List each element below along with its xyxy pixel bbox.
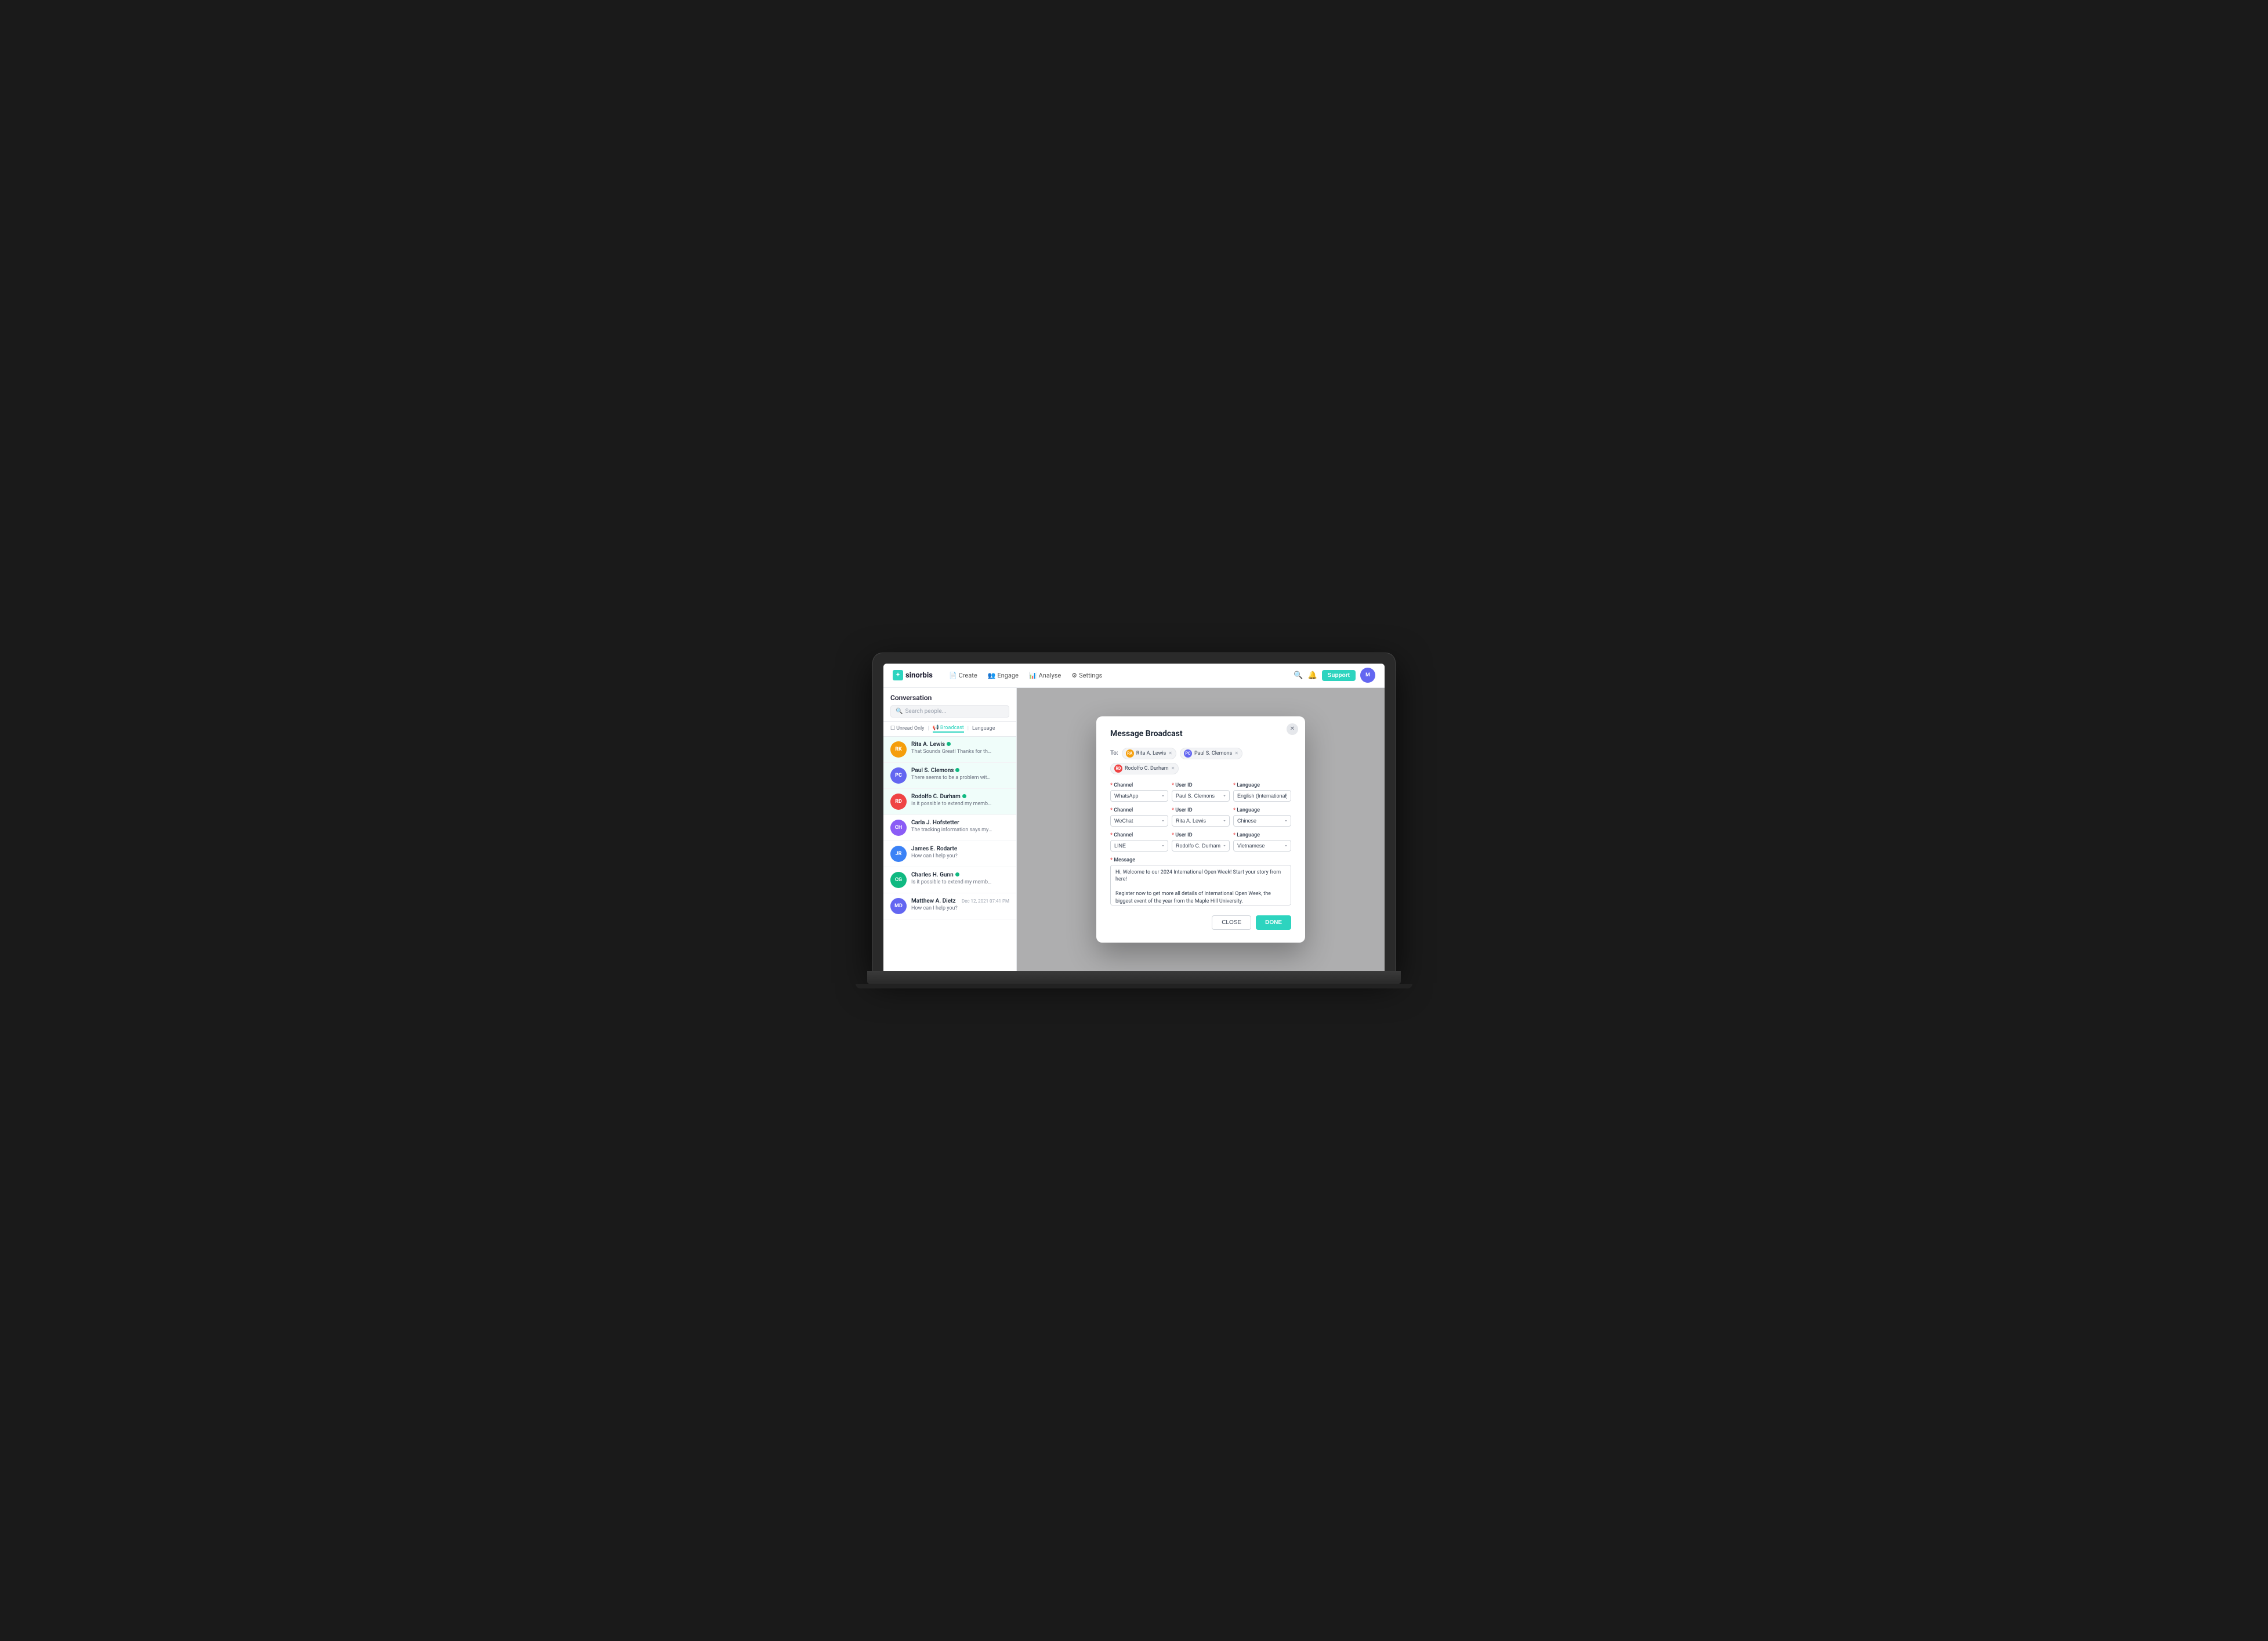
- chat-area: Message Broadcast ✕ To: RA Rita A. Lewis…: [1017, 688, 1385, 971]
- conv-avatar-3: CH: [890, 820, 907, 836]
- message-section: * Message Hi, Welcome to our 2024 Intern…: [1110, 857, 1291, 907]
- conv-item-4[interactable]: JR James E. Rodarte How can I help you?: [883, 841, 1016, 867]
- nav-settings[interactable]: ⚙ Settings: [1067, 669, 1107, 682]
- conv-item-3[interactable]: CH Carla J. Hofstetter The tracking info…: [883, 815, 1016, 841]
- nav-right: 🔍 🔔 Support M: [1294, 668, 1375, 683]
- conv-name-4: James E. Rodarte: [911, 846, 957, 852]
- filter-broadcast[interactable]: 📢 Broadcast: [933, 725, 964, 733]
- language-select-2[interactable]: Chinese: [1233, 815, 1291, 827]
- conv-preview-1: There seems to be a problem with the...: [911, 775, 992, 781]
- recipient-remove-0[interactable]: ✕: [1168, 751, 1172, 756]
- conv-item-0[interactable]: RK Rita A. Lewis That Sounds Great! Than…: [883, 737, 1016, 763]
- conv-avatar-6: MD: [890, 898, 907, 914]
- broadcast-row-1: * Channel WhatsApp * User ID Paul S: [1110, 783, 1291, 802]
- nav-analyse[interactable]: 📊 Analyse: [1024, 669, 1066, 682]
- conv-avatar-5: CG: [890, 872, 907, 888]
- conv-name-6: Matthew A. Dietz: [911, 898, 956, 904]
- modal-overlay: Message Broadcast ✕ To: RA Rita A. Lewis…: [1017, 688, 1385, 971]
- logo-icon: ✦: [893, 670, 903, 680]
- recipient-tag-0: RA Rita A. Lewis ✕: [1122, 748, 1176, 759]
- conv-preview-4: How can I help you?: [911, 853, 992, 859]
- conv-item-6[interactable]: MD Matthew A. Dietz Dec 12, 2021 07:41 P…: [883, 893, 1016, 919]
- channel-select-2[interactable]: WeChat: [1110, 815, 1168, 827]
- userid-select-1[interactable]: Paul S. Clemons: [1172, 790, 1230, 802]
- recipient-tag-1: PC Paul S. Clemons ✕: [1180, 748, 1242, 759]
- userid-select-3[interactable]: Rodolfo C. Durham: [1172, 840, 1230, 852]
- conv-avatar-1: PC: [890, 767, 907, 784]
- conv-item-1[interactable]: PC Paul S. Clemons There seems to be a p…: [883, 763, 1016, 789]
- channel-field-3: * Channel LINE: [1110, 832, 1168, 852]
- nav-create[interactable]: 📄 Create: [944, 669, 982, 682]
- language-field-3: * Language Vietnamese: [1233, 832, 1291, 852]
- language-field-2: * Language Chinese: [1233, 807, 1291, 827]
- conv-name-0: Rita A. Lewis: [911, 741, 951, 748]
- conversation-list: RK Rita A. Lewis That Sounds Great! Than…: [883, 737, 1016, 971]
- laptop-base: [867, 971, 1401, 984]
- recipient-avatar-1: PC: [1184, 749, 1192, 758]
- channel-field-2: * Channel WeChat: [1110, 807, 1168, 827]
- recipients-row: To: RA Rita A. Lewis ✕ PC Paul S. Clemon…: [1110, 748, 1291, 774]
- userid-field-1: * User ID Paul S. Clemons: [1172, 783, 1230, 802]
- laptop-bottom: [856, 984, 1412, 988]
- language-select-3[interactable]: Vietnamese: [1233, 840, 1291, 852]
- conv-name-3: Carla J. Hofstetter: [911, 820, 959, 826]
- filter-unread[interactable]: ☐ Unread Only: [890, 726, 924, 731]
- language-field-1: * Language English (International): [1233, 783, 1291, 802]
- support-button[interactable]: Support: [1322, 670, 1356, 681]
- modal-footer: CLOSE DONE: [1110, 915, 1291, 930]
- conv-avatar-4: JR: [890, 846, 907, 862]
- userid-select-2[interactable]: Rita A. Lewis: [1172, 815, 1230, 827]
- language-select-1[interactable]: English (International): [1233, 790, 1291, 802]
- nav-items: 📄 Create 👥 Engage 📊 Analyse ⚙: [944, 669, 1107, 682]
- conv-item-2[interactable]: RD Rodolfo C. Durham Is it possible to e…: [883, 789, 1016, 815]
- broadcast-icon: 📢: [933, 725, 939, 731]
- search-box[interactable]: 🔍 Search people...: [890, 705, 1009, 718]
- close-button[interactable]: CLOSE: [1212, 915, 1251, 930]
- conv-avatar-0: RK: [890, 741, 907, 758]
- sidebar-filters: ☐ Unread Only | 📢 Broadcast | Language: [883, 722, 1016, 737]
- conv-name-2: Rodolfo C. Durham: [911, 794, 966, 800]
- sidebar-header: Conversation 🔍 Search people...: [883, 688, 1016, 722]
- recipient-avatar-2: RD: [1114, 765, 1122, 773]
- userid-field-3: * User ID Rodolfo C. Durham: [1172, 832, 1230, 852]
- recipient-remove-1[interactable]: ✕: [1234, 751, 1238, 756]
- broadcast-row-3: * Channel LINE * User ID Rodolfo C.: [1110, 832, 1291, 852]
- recipient-remove-2[interactable]: ✕: [1171, 766, 1175, 771]
- channel-field-1: * Channel WhatsApp: [1110, 783, 1168, 802]
- conv-item-5[interactable]: CG Charles H. Gunn Is it possible to ext…: [883, 867, 1016, 893]
- sidebar: Conversation 🔍 Search people... ☐ Unread…: [883, 688, 1017, 971]
- filter-language[interactable]: Language: [972, 726, 995, 731]
- bell-icon[interactable]: 🔔: [1307, 671, 1317, 680]
- search-icon: 🔍: [896, 708, 903, 715]
- conv-preview-5: Is it possible to extend my membershi...: [911, 879, 992, 885]
- conv-preview-6: How can I help you?: [911, 905, 992, 911]
- top-nav: ✦ sinorbis 📄 Create 👥 Engage: [883, 664, 1385, 688]
- logo: ✦ sinorbis: [893, 670, 933, 680]
- recipient-avatar-0: RA: [1126, 749, 1134, 758]
- conv-name-5: Charles H. Gunn: [911, 872, 959, 878]
- conv-name-1: Paul S. Clemons: [911, 767, 959, 774]
- search-icon[interactable]: 🔍: [1294, 671, 1303, 680]
- nav-engage[interactable]: 👥 Engage: [983, 669, 1023, 682]
- modal-close-button[interactable]: ✕: [1287, 723, 1298, 735]
- conv-preview-2: Is it possible to extend my membershi...: [911, 801, 992, 807]
- broadcast-row-2: * Channel WeChat * User ID Rita A.: [1110, 807, 1291, 827]
- conv-preview-3: The tracking information says my order d…: [911, 827, 992, 833]
- sidebar-title: Conversation: [890, 694, 1009, 702]
- userid-field-2: * User ID Rita A. Lewis: [1172, 807, 1230, 827]
- message-broadcast-modal: Message Broadcast ✕ To: RA Rita A. Lewis…: [1096, 716, 1305, 943]
- modal-title: Message Broadcast: [1110, 729, 1291, 738]
- user-avatar: M: [1360, 668, 1375, 683]
- channel-select-3[interactable]: LINE: [1110, 840, 1168, 852]
- conv-avatar-2: RD: [890, 794, 907, 810]
- message-textarea[interactable]: Hi, Welcome to our 2024 International Op…: [1110, 865, 1291, 905]
- conv-preview-0: That Sounds Great! Thanks for the he...: [911, 749, 992, 755]
- conv-time-6: Dec 12, 2021 07:41 PM: [962, 899, 1009, 904]
- channel-select-1[interactable]: WhatsApp: [1110, 790, 1168, 802]
- recipient-tag-2: RD Rodolfo C. Durham ✕: [1110, 763, 1179, 774]
- done-button[interactable]: DONE: [1256, 915, 1291, 930]
